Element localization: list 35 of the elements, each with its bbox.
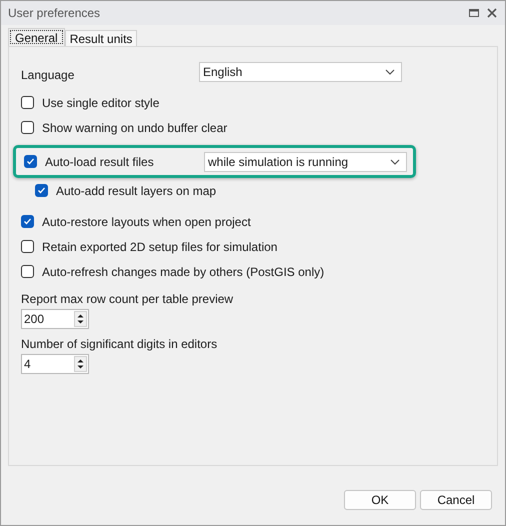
tab[interactable]: Result units — [64, 30, 138, 46]
checkmark-icon — [25, 156, 36, 167]
checkbox-label: Use single editor style — [42, 96, 160, 110]
setting-label: Language — [21, 66, 76, 82]
checkbox-label: Auto-refresh changes made by others (PostGIS only) — [42, 264, 324, 278]
caret-icon — [390, 158, 400, 164]
checkbox[interactable] — [21, 240, 34, 253]
field-label: Report max row count per table preview — [21, 292, 234, 306]
spinner-arrows-icon[interactable] — [74, 311, 87, 327]
dropdown[interactable]: while simulation is running — [204, 152, 407, 172]
checkbox[interactable] — [21, 265, 34, 278]
checkbox[interactable] — [24, 155, 37, 168]
checkbox[interactable] — [21, 121, 34, 134]
number-field[interactable]: 200 — [21, 309, 89, 329]
dialog-button[interactable]: Cancel — [420, 490, 492, 510]
checkbox-label: Auto-load result files — [45, 154, 154, 168]
checkbox-label: Retain exported 2D setup files for simulation — [42, 240, 278, 254]
field-label: Number of significant digits in editors — [21, 337, 218, 351]
window-title: User preferences — [8, 6, 102, 20]
checkbox[interactable] — [21, 215, 34, 228]
checkmark-icon — [22, 216, 33, 227]
checkmark-icon — [36, 185, 47, 196]
tab[interactable]: General — [8, 28, 65, 46]
maximize-icon[interactable] — [469, 8, 479, 18]
checkbox[interactable] — [35, 184, 48, 197]
dialog-button[interactable]: OK — [344, 490, 416, 510]
caret-icon — [385, 68, 395, 74]
checkbox[interactable] — [21, 96, 34, 109]
checkbox-label: Show warning on undo buffer clear — [42, 120, 228, 134]
spinner-arrows-icon[interactable] — [74, 356, 87, 372]
number-field[interactable]: 4 — [21, 354, 89, 374]
checkbox-label: Auto-add result layers on map — [56, 184, 216, 198]
dropdown[interactable]: English — [199, 62, 402, 82]
checkbox-label: Auto-restore layouts when open project — [42, 214, 251, 228]
close-icon[interactable] — [487, 8, 497, 18]
